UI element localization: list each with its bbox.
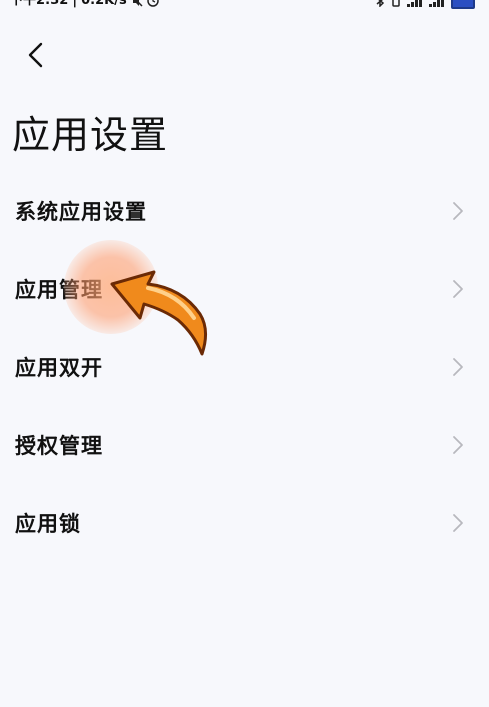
chevron-right-icon xyxy=(453,202,463,220)
chevron-right-icon xyxy=(453,514,463,532)
mute-icon xyxy=(131,0,143,10)
chevron-right-icon xyxy=(453,280,463,298)
settings-menu: 系统应用设置 应用管理 应用双开 授权管理 应用锁 xyxy=(0,172,489,562)
status-bar: 下午2:32 | 0.2K/s xyxy=(0,0,489,18)
vibrate-icon xyxy=(391,0,401,10)
chevron-left-icon xyxy=(28,42,43,68)
network-speed: 0.2K/s xyxy=(81,0,127,8)
menu-item-system-app-settings[interactable]: 系统应用设置 xyxy=(0,172,489,250)
bluetooth-icon xyxy=(375,0,385,10)
menu-item-permission-management[interactable]: 授权管理 xyxy=(0,406,489,484)
menu-item-app-management[interactable]: 应用管理 xyxy=(0,250,489,328)
menu-item-label: 应用管理 xyxy=(15,278,103,302)
battery-icon xyxy=(451,0,475,9)
status-time: 下午2:32 xyxy=(10,0,69,8)
menu-item-label: 应用锁 xyxy=(15,512,81,536)
page-title: 应用设置 xyxy=(12,113,169,157)
menu-item-dual-apps[interactable]: 应用双开 xyxy=(0,328,489,406)
menu-item-app-lock[interactable]: 应用锁 xyxy=(0,484,489,562)
signal-icon xyxy=(407,0,423,10)
back-button[interactable] xyxy=(18,38,52,72)
status-divider: | xyxy=(72,0,78,8)
menu-item-label: 系统应用设置 xyxy=(15,200,147,224)
alarm-icon xyxy=(146,0,159,10)
menu-item-label: 应用双开 xyxy=(15,356,103,380)
chevron-right-icon xyxy=(453,436,463,454)
menu-item-label: 授权管理 xyxy=(15,434,103,458)
signal-icon xyxy=(429,0,445,10)
status-right xyxy=(375,0,489,10)
status-left: 下午2:32 | 0.2K/s xyxy=(0,0,159,10)
chevron-right-icon xyxy=(453,358,463,376)
